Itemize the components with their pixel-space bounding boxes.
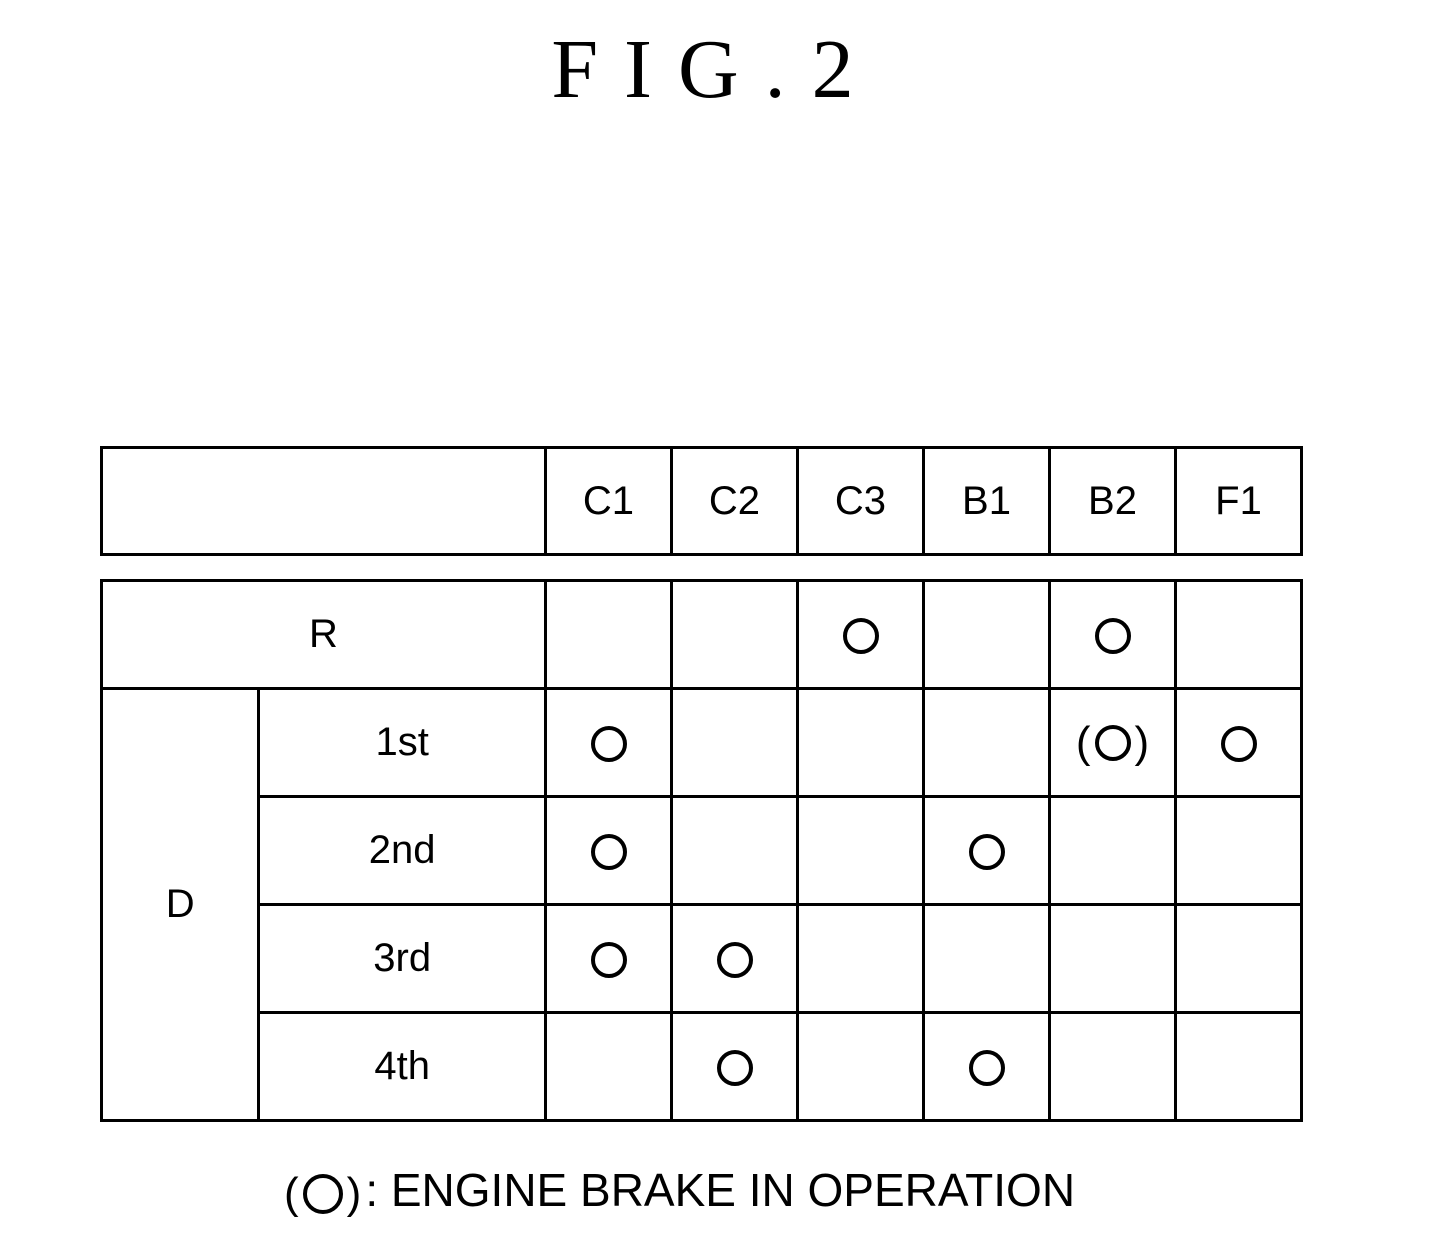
circle-icon (1220, 726, 1257, 763)
engagement-cell (796, 1011, 925, 1122)
column-header: C3 (796, 446, 925, 556)
table-row-1st: D 1st () (99, 687, 1303, 1122)
engagement-cell (1174, 687, 1303, 798)
circle-icon (1094, 618, 1131, 655)
circle-icon (590, 834, 627, 871)
engagement-cell (670, 1011, 799, 1122)
engagement-cell (670, 795, 799, 906)
engagement-cell (1174, 1011, 1303, 1122)
engagement-cell: () (1048, 687, 1177, 798)
engaged-mark (968, 1044, 1005, 1089)
engagement-cell (922, 795, 1051, 906)
engagement-cell (1174, 903, 1303, 1014)
engaged-mark (1094, 612, 1131, 657)
engagement-cell (544, 687, 673, 798)
table-row-2nd: 2nd (102, 795, 1303, 906)
table-row-4th: 4th (102, 1011, 1303, 1122)
engaged-mark (590, 828, 627, 873)
engaged-mark (842, 612, 879, 657)
circle-icon (590, 726, 627, 763)
engagement-cell (1048, 579, 1177, 690)
circle-icon (716, 942, 753, 979)
engagement-cell (670, 687, 799, 798)
engagement-table-header: C1 C2 C3 B1 B2 F1 (100, 446, 1303, 556)
engaged-mark (590, 720, 627, 765)
engagement-table-body: R D 1st () 2nd 3rd 4th (99, 579, 1303, 1122)
column-header: B1 (922, 446, 1051, 556)
engaged-mark (968, 828, 1005, 873)
header-blank-cell (100, 446, 547, 556)
engagement-cell (796, 687, 925, 798)
engagement-cell (544, 903, 673, 1014)
circle-icon (968, 1050, 1005, 1087)
engagement-cell (670, 579, 799, 690)
engagement-cell (1174, 579, 1303, 690)
engaged-mark (716, 936, 753, 981)
table-row-r: R (100, 579, 1303, 690)
legend-symbol: () (284, 1168, 362, 1218)
circle-icon (842, 618, 879, 655)
mode-label-r: R (100, 579, 547, 690)
engaged-mark (1220, 720, 1257, 765)
column-header: C1 (544, 446, 673, 556)
engagement-cell (922, 687, 1051, 798)
gear-label: 4th (257, 1011, 547, 1122)
column-header: F1 (1174, 446, 1303, 556)
gear-label: 2nd (257, 795, 547, 906)
circle-icon (302, 1173, 343, 1214)
circle-icon (590, 942, 627, 979)
engagement-cell (922, 1011, 1051, 1122)
legend-text: : ENGINE BRAKE IN OPERATION (365, 1164, 1076, 1216)
engagement-cell (1048, 795, 1177, 906)
gear-label: 1st (257, 687, 547, 798)
engagement-cell (796, 903, 925, 1014)
engagement-cell (544, 795, 673, 906)
circle-icon (968, 834, 1005, 871)
engagement-cell (1048, 903, 1177, 1014)
engagement-cell (544, 579, 673, 690)
engagement-cell (922, 903, 1051, 1014)
column-header: B2 (1048, 446, 1177, 556)
column-header: C2 (670, 446, 799, 556)
figure-title: FIG.2 (551, 23, 880, 116)
engagement-cell (544, 1011, 673, 1122)
engagement-cell (670, 903, 799, 1014)
header-row: C1 C2 C3 B1 B2 F1 (100, 446, 1303, 556)
mode-label-d: D (99, 687, 261, 1122)
gear-label: 3rd (257, 903, 547, 1014)
engagement-cell (1174, 795, 1303, 906)
engine-brake-mark: () (1075, 717, 1150, 767)
legend: () : ENGINE BRAKE IN OPERATION (280, 1167, 1075, 1216)
engaged-mark (590, 936, 627, 981)
engagement-cell (1048, 1011, 1177, 1122)
circle-icon (716, 1050, 753, 1087)
engagement-cell (922, 579, 1051, 690)
circle-icon (1094, 724, 1131, 761)
engagement-cell (796, 795, 925, 906)
engaged-mark (716, 1044, 753, 1089)
engagement-cell (796, 579, 925, 690)
table-row-3rd: 3rd (102, 903, 1303, 1014)
